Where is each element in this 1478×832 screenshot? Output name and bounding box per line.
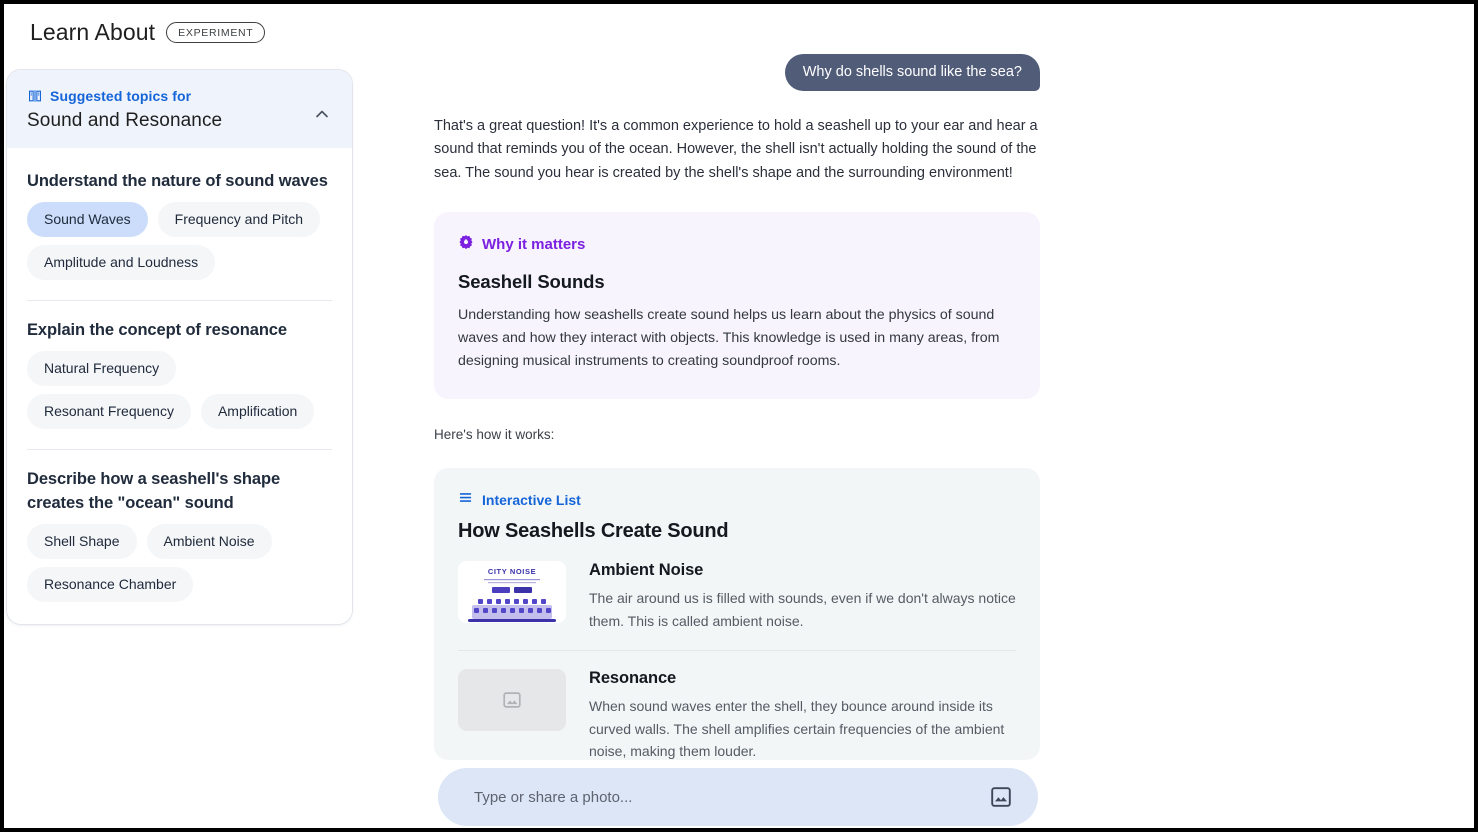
why-it-matters-card: Why it matters Seashell Sounds Understan… (434, 212, 1040, 400)
list-item-thumbnail: CITY NOISE (458, 561, 566, 624)
image-placeholder-icon (458, 669, 566, 732)
interactive-list-label: Interactive List (482, 492, 581, 509)
why-it-matters-eyebrow: Why it matters (458, 234, 1016, 255)
topic-chip[interactable]: Resonance Chamber (27, 566, 194, 602)
topic-chip[interactable]: Shell Shape (27, 523, 137, 559)
topic-chip-group: Natural Frequency Resonant Frequency Ampli… (27, 350, 332, 429)
topic-chip-group: Sound Waves Frequency and Pitch Amplitude … (27, 201, 332, 280)
topic-title: Sound and Resonance (27, 110, 223, 131)
suggested-topics-body: Understand the nature of sound waves Soun… (7, 148, 352, 624)
interactive-list-title: How Seashells Create Sound (458, 520, 729, 543)
list-item-description: When sound waves enter the shell, they b… (589, 698, 1005, 760)
list-item-text: Ambient Noise The air around us is filled… (589, 561, 1016, 632)
topic-group-title: Understand the nature of sound waves (27, 172, 328, 190)
image-icon[interactable] (988, 784, 1014, 810)
interactive-list-card: Interactive List How Seashells Create So… (434, 468, 1040, 761)
suggested-topics-header: Suggested topics for Sound and Resonance (7, 70, 352, 148)
experiment-badge: EXPERIMENT (166, 21, 266, 43)
suggested-topics-eyebrow: Suggested topics for (27, 88, 332, 104)
list-item-title: Ambient Noise (589, 561, 704, 580)
list-icon (458, 490, 473, 510)
topic-chip[interactable]: Amplitude and Loudness (27, 244, 216, 280)
sidebar-divider (27, 299, 332, 301)
suggested-topics-panel: Suggested topics for Sound and Resonance… (7, 70, 352, 624)
list-item[interactable]: Resonance When sound waves enter the shel… (458, 650, 1016, 760)
svg-text:CITY NOISE: CITY NOISE (488, 567, 536, 576)
list-item-text: Resonance When sound waves enter the shel… (589, 669, 1016, 760)
starburst-icon (458, 234, 474, 255)
why-it-matters-title: Seashell Sounds (458, 271, 605, 293)
conversation-column: Why do shells sound like the sea? That's… (434, 54, 1040, 761)
topic-chip[interactable]: Amplification (200, 393, 315, 429)
interactive-list-items: CITY NOISE Ambient Noise The air around us… (458, 543, 1016, 760)
list-item-title: Resonance (589, 669, 677, 688)
list-item-description: The air around us is filled with sounds,… (589, 590, 1016, 629)
chevron-up-icon[interactable] (312, 104, 332, 124)
menu-book-icon (27, 88, 43, 104)
composer-input[interactable] (474, 788, 988, 806)
topic-chip[interactable]: Sound Waves (27, 201, 148, 237)
user-message-row: Why do shells sound like the sea? (434, 54, 1040, 91)
transition-text: Here's how it works: (434, 427, 555, 443)
app-header: Learn About EXPERIMENT (4, 4, 1474, 60)
interactive-list-eyebrow: Interactive List (458, 490, 1016, 510)
topic-chip[interactable]: Natural Frequency (27, 350, 177, 386)
user-message-bubble: Why do shells sound like the sea? (784, 54, 1040, 91)
topic-chip[interactable]: Ambient Noise (146, 523, 272, 559)
topic-group-title: Explain the concept of resonance (27, 320, 287, 339)
why-it-matters-label: Why it matters (482, 236, 586, 254)
topic-chip[interactable]: Frequency and Pitch (157, 201, 321, 237)
topic-chip[interactable]: Resonant Frequency (27, 393, 191, 429)
list-item[interactable]: CITY NOISE Ambient Noise The air around us… (458, 543, 1016, 650)
page-title: Learn About (30, 18, 156, 45)
topic-chip-group: Shell Shape Ambient Noise Resonance Chambe… (27, 523, 332, 602)
topic-group-title: Describe how a seashell's shape creates … (27, 469, 281, 512)
message-composer[interactable] (438, 768, 1038, 826)
app-root: Learn About EXPERIMENT Suggested topics … (4, 4, 1474, 828)
why-it-matters-body: Understanding how seashells create sound… (458, 307, 1000, 370)
assistant-intro-text: That's a great question! It's a common e… (434, 118, 1038, 181)
sidebar-divider (27, 448, 332, 450)
suggested-topics-label: Suggested topics for (50, 88, 192, 104)
